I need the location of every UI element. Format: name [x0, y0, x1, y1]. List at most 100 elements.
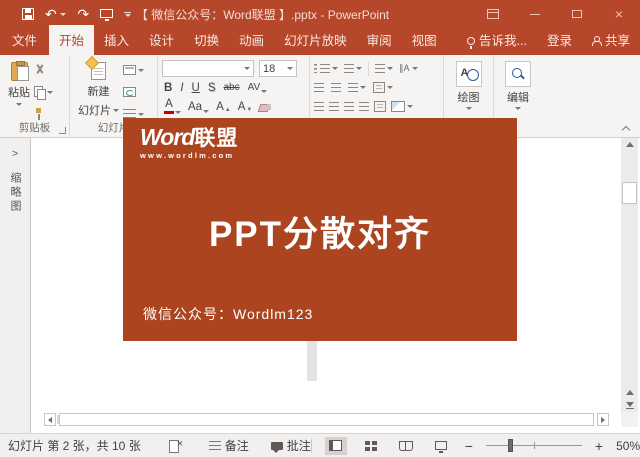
strikethrough-button[interactable]: abc — [224, 82, 240, 93]
bold-button[interactable]: B — [164, 82, 172, 94]
font-color-button[interactable]: A — [164, 97, 181, 115]
columns-button[interactable] — [348, 81, 366, 95]
ribbon-display-options-button[interactable] — [472, 0, 514, 28]
tab-animations[interactable]: 动画 — [229, 25, 274, 55]
copy-button[interactable] — [34, 85, 53, 100]
undo-button[interactable]: ↶ — [45, 0, 67, 28]
line-spacing-button[interactable] — [375, 62, 393, 76]
chevron-down-icon — [411, 67, 418, 70]
convert-smartart-button[interactable] — [391, 100, 413, 114]
tab-insert[interactable]: 插入 — [94, 25, 139, 55]
tab-file[interactable]: 文件 — [0, 25, 49, 55]
paste-label: 粘贴 — [8, 87, 30, 99]
tab-design[interactable]: 设计 — [139, 25, 184, 55]
notes-button[interactable]: 备注 — [208, 437, 249, 454]
scroll-up-icon[interactable] — [625, 142, 634, 147]
normal-view-button[interactable] — [324, 436, 347, 455]
spell-check-button[interactable] — [168, 438, 183, 453]
horizontal-scrollbar[interactable] — [32, 412, 621, 427]
horizontal-scroll-thumb[interactable] — [59, 413, 594, 426]
comments-label: 批注 — [286, 439, 311, 453]
sign-in-button[interactable]: 登录 — [537, 25, 582, 55]
slide-sorter-view-button[interactable] — [360, 437, 382, 455]
underline-button[interactable]: U — [192, 82, 200, 94]
change-case-button[interactable]: Aa — [188, 101, 210, 113]
text-shadow-button[interactable]: S — [208, 82, 216, 94]
zoom-out-button[interactable]: − — [465, 438, 473, 454]
character-spacing-button[interactable]: AV — [248, 82, 268, 93]
text-direction-icon: ∥A — [399, 63, 410, 73]
new-slide-button[interactable]: 新建 幻灯片 — [74, 59, 123, 121]
reading-view-button[interactable] — [395, 437, 417, 455]
slide-show-icon — [434, 441, 447, 453]
title-bar: ↶ ↷ 【 微信公众号：Word联盟 】.pptx - PowerPoint × — [0, 0, 640, 28]
reset-slide-button[interactable] — [123, 85, 144, 99]
expand-pane-icon[interactable]: > — [0, 148, 30, 160]
align-left-button[interactable] — [314, 100, 324, 114]
zoom-level[interactable]: 50% — [616, 439, 640, 453]
char-spacing-label: AV — [247, 82, 261, 93]
slide-layout-button[interactable] — [123, 63, 144, 77]
drawing-button[interactable]: A 绘图 — [448, 59, 489, 110]
redo-button[interactable]: ↷ — [77, 0, 89, 28]
align-right-button[interactable] — [344, 100, 354, 114]
zoom-slider[interactable] — [485, 439, 582, 452]
chevron-down-icon — [138, 112, 144, 116]
numbering-button[interactable] — [344, 62, 362, 76]
clipboard-dialog-launcher[interactable] — [59, 127, 66, 134]
scroll-left-button[interactable] — [44, 413, 56, 426]
font-name-combo[interactable] — [162, 60, 254, 77]
minimize-button[interactable] — [514, 0, 556, 28]
align-center-button[interactable] — [329, 100, 339, 114]
paste-button[interactable]: 粘贴 — [4, 59, 34, 121]
start-from-beginning-button[interactable] — [100, 0, 114, 28]
font-color-label: A — [165, 97, 173, 110]
text-direction-button[interactable]: ∥A — [399, 62, 418, 76]
tab-review[interactable]: 审阅 — [357, 25, 402, 55]
vertical-scrollbar[interactable] — [621, 138, 638, 412]
increase-indent-icon — [331, 83, 341, 92]
shrink-font-button[interactable]: A ▼ — [238, 101, 253, 113]
close-button[interactable]: × — [598, 0, 640, 28]
tab-view[interactable]: 视图 — [402, 25, 447, 55]
normal-view-icon — [329, 440, 343, 451]
decrease-indent-button[interactable] — [314, 81, 324, 95]
justify-button[interactable] — [359, 100, 369, 114]
slide-show-view-button[interactable] — [430, 437, 452, 455]
customize-qat-button[interactable] — [124, 0, 132, 28]
increase-indent-button[interactable] — [331, 81, 341, 95]
thumbnail-pane[interactable]: > 缩略图 — [0, 138, 31, 433]
next-slide-button[interactable] — [621, 399, 638, 412]
align-text-button[interactable] — [373, 81, 393, 95]
paste-dropdown-icon[interactable] — [16, 103, 22, 106]
clear-formatting-button[interactable] — [259, 102, 272, 112]
vertical-scroll-thumb[interactable] — [622, 182, 637, 204]
thumbnail-pane-label: 缩略图 — [9, 172, 21, 214]
tab-slide-show[interactable]: 幻灯片放映 — [274, 25, 357, 55]
share-button[interactable]: 共享 — [582, 25, 640, 55]
tell-me-button[interactable]: 告诉我... — [457, 25, 537, 55]
distribute-button[interactable] — [374, 100, 386, 114]
comments-button[interactable]: 批注 — [270, 437, 311, 454]
cut-button[interactable] — [34, 63, 53, 77]
editing-button[interactable]: 编辑 — [498, 59, 538, 110]
italic-button[interactable]: I — [180, 82, 183, 94]
slide-number-indicator[interactable]: 幻灯片 第 2 张，共 10 张 — [8, 437, 141, 454]
undo-dropdown-icon[interactable] — [60, 12, 67, 16]
scroll-right-button[interactable] — [597, 413, 609, 426]
tab-transitions[interactable]: 切换 — [184, 25, 229, 55]
collapse-ribbon-button[interactable] — [622, 125, 630, 133]
decrease-indent-icon — [314, 83, 324, 92]
format-painter-button[interactable] — [34, 107, 53, 121]
font-size-combo[interactable]: 18 — [259, 60, 297, 77]
zoom-slider-thumb[interactable] — [507, 439, 513, 452]
previous-slide-button[interactable] — [621, 386, 638, 399]
customize-qat-icon — [124, 11, 132, 13]
save-button[interactable] — [22, 0, 34, 28]
grow-font-button[interactable]: A ▲ — [216, 101, 231, 113]
zoom-in-button[interactable]: + — [595, 438, 603, 454]
bullets-button[interactable] — [314, 62, 338, 76]
chevron-down-icon — [465, 107, 472, 110]
maximize-button[interactable] — [556, 0, 598, 28]
tab-home[interactable]: 开始 — [49, 25, 95, 55]
